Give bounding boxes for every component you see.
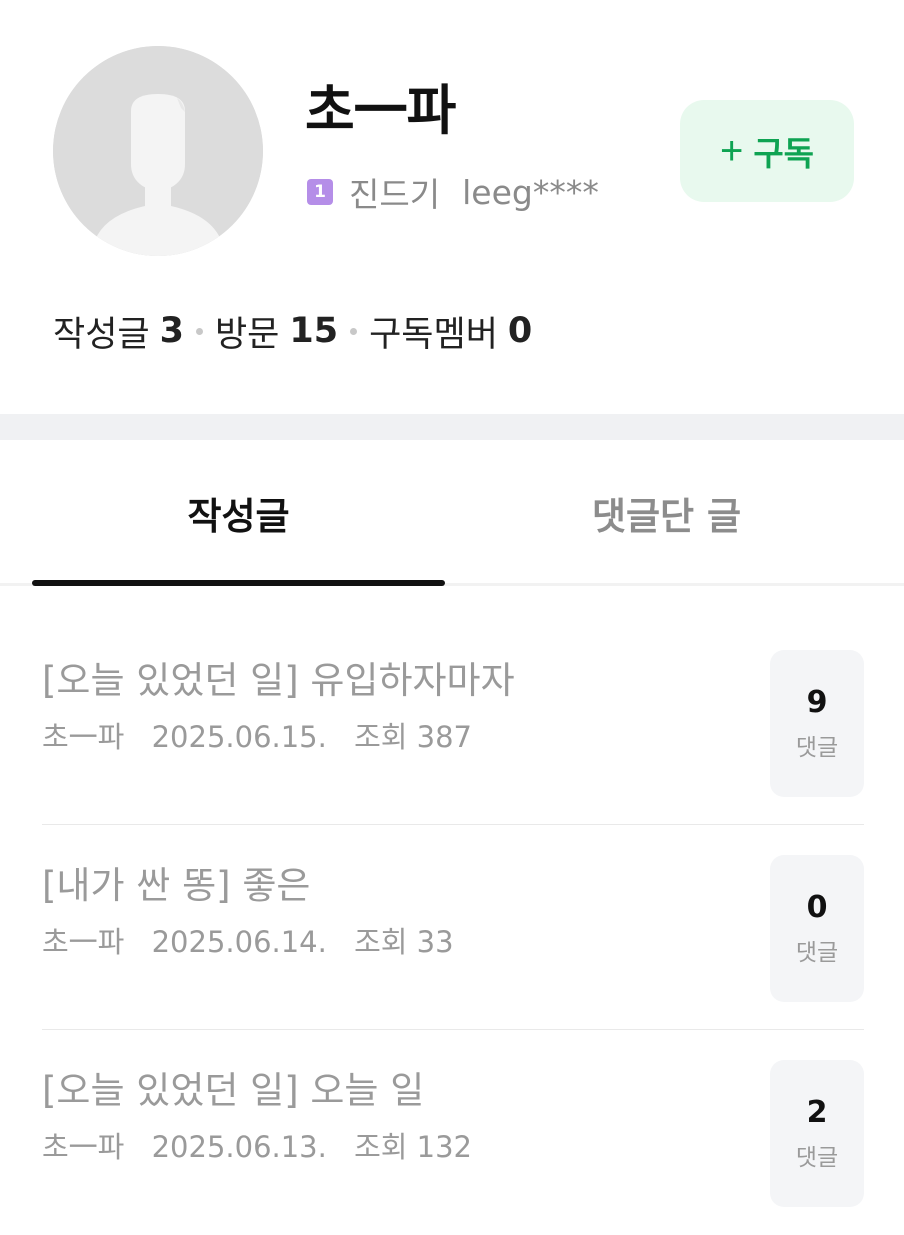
member-meta: 1 진드기 leeg**** — [307, 172, 599, 214]
stat-visits-value: 15 — [289, 311, 339, 351]
nickname: 초一파 — [305, 79, 456, 142]
plus-icon: + — [719, 129, 744, 173]
comment-count-button[interactable]: 9 댓글 — [770, 650, 864, 797]
separator-dot — [350, 327, 358, 335]
post-title[interactable]: [내가 싼 똥] 좋은 — [42, 855, 310, 909]
comment-label: 댓글 — [795, 940, 839, 966]
post-title[interactable]: [오늘 있었던 일] 유입하자마자 — [42, 650, 515, 704]
post-meta: 초一파 2025.06.13. 조회 132 — [42, 1124, 490, 1166]
user-id: leeg**** — [462, 172, 599, 212]
comment-label: 댓글 — [795, 1145, 839, 1171]
active-tab-indicator — [32, 580, 445, 586]
default-avatar-icon — [53, 46, 263, 256]
post-views: 조회 33 — [354, 925, 454, 959]
subscribe-button[interactable]: + 구독 — [680, 100, 854, 202]
post-title[interactable]: [오늘 있었던 일] 오늘 일 — [42, 1060, 424, 1114]
comment-count: 9 — [806, 685, 828, 720]
comment-count: 2 — [806, 1095, 828, 1130]
subscribe-label: 구독 — [753, 135, 815, 172]
tab-posts[interactable]: 작성글 — [32, 440, 445, 586]
comment-count-button[interactable]: 2 댓글 — [770, 1060, 864, 1207]
grade-badge-icon: 1 — [307, 179, 333, 205]
grade-name: 진드기 — [349, 175, 441, 214]
post-meta: 초一파 2025.06.15. 조회 387 — [42, 714, 490, 756]
comment-label: 댓글 — [795, 735, 839, 761]
post-views: 조회 387 — [354, 720, 473, 754]
profile-tabs: 작성글 댓글단 글 — [0, 440, 904, 586]
list-item[interactable]: [오늘 있었던 일] 오늘 일 초一파 2025.06.13. 조회 132 2… — [42, 1030, 864, 1235]
post-date: 2025.06.13. — [151, 1130, 327, 1164]
post-author: 초一파 — [42, 925, 125, 959]
stat-posts-value: 3 — [159, 311, 184, 351]
comment-count: 0 — [806, 890, 828, 925]
profile-header: 초一파 1 진드기 leeg**** + 구독 작성글 3 방문 15 구독멤버… — [0, 0, 904, 414]
post-author: 초一파 — [42, 720, 125, 754]
post-date: 2025.06.14. — [151, 925, 327, 959]
post-list: [오늘 있었던 일] 유입하자마자 초一파 2025.06.15. 조회 387… — [42, 620, 864, 1235]
profile-stats: 작성글 3 방문 15 구독멤버 0 — [53, 306, 532, 356]
list-item[interactable]: [내가 싼 똥] 좋은 초一파 2025.06.14. 조회 33 0 댓글 — [42, 825, 864, 1030]
comment-count-button[interactable]: 0 댓글 — [770, 855, 864, 1002]
list-item[interactable]: [오늘 있었던 일] 유입하자마자 초一파 2025.06.15. 조회 387… — [42, 620, 864, 825]
stat-visits-label: 방문 — [214, 314, 280, 355]
stat-posts-label: 작성글 — [53, 314, 150, 355]
post-views: 조회 132 — [354, 1130, 473, 1164]
post-date: 2025.06.15. — [151, 720, 327, 754]
post-author: 초一파 — [42, 1130, 125, 1164]
stat-subscribers-label: 구독멤버 — [369, 314, 498, 355]
avatar[interactable] — [53, 46, 263, 256]
post-meta: 초一파 2025.06.14. 조회 33 — [42, 919, 472, 961]
separator-dot — [195, 327, 203, 335]
tab-commented-posts[interactable]: 댓글단 글 — [460, 440, 873, 586]
section-divider — [0, 414, 904, 440]
stat-subscribers-value: 0 — [507, 311, 533, 351]
